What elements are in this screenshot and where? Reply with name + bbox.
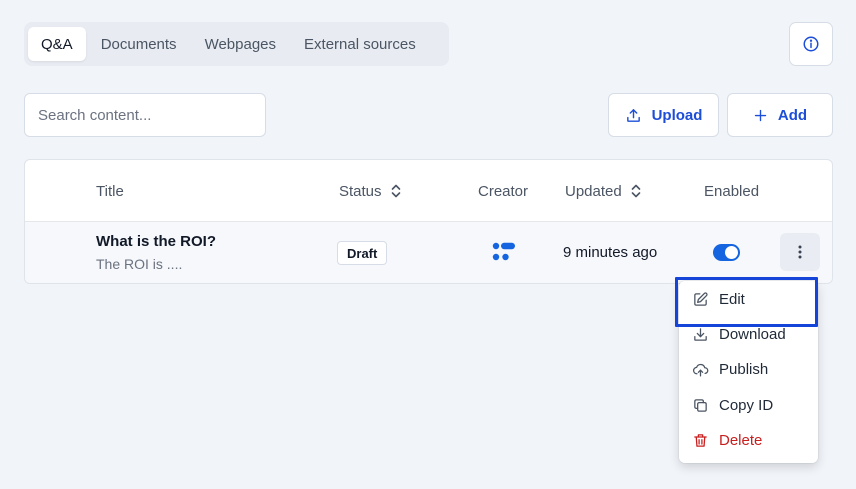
column-updated-label: Updated — [565, 182, 622, 200]
table-row[interactable]: What is the ROI? The ROI is .... Draft 9… — [25, 222, 832, 283]
content-tabs: Q&A Documents Webpages External sources — [24, 22, 449, 66]
column-status-label: Status — [339, 182, 382, 200]
download-icon — [692, 326, 709, 343]
more-vertical-icon — [798, 245, 802, 259]
sort-icon — [630, 183, 642, 199]
menu-item-download[interactable]: Download — [679, 317, 818, 352]
row-subtitle: The ROI is .... — [96, 256, 183, 272]
pencil-square-icon — [692, 291, 709, 308]
tab-qa[interactable]: Q&A — [28, 27, 86, 61]
menu-item-publish[interactable]: Publish — [679, 352, 818, 387]
row-actions-button[interactable] — [780, 233, 820, 271]
menu-item-delete[interactable]: Delete — [679, 423, 818, 458]
info-button[interactable] — [789, 22, 833, 66]
menu-item-label: Download — [719, 326, 786, 343]
column-creator-label: Creator — [478, 182, 529, 200]
content-table: Title Status Creator Updated Enabled Wha… — [24, 159, 833, 284]
column-header-enabled: Enabled — [704, 160, 759, 222]
column-title-label: Title — [96, 182, 124, 200]
add-button[interactable]: Add — [727, 93, 833, 137]
menu-item-label: Edit — [719, 291, 745, 308]
search-input[interactable] — [24, 93, 266, 137]
menu-item-label: Publish — [719, 361, 769, 378]
updated-time: 9 minutes ago — [563, 244, 658, 261]
row-title: What is the ROI? — [96, 233, 216, 250]
upload-icon — [625, 107, 642, 124]
column-header-status[interactable]: Status — [339, 160, 402, 222]
tab-documents[interactable]: Documents — [88, 27, 190, 61]
tab-webpages[interactable]: Webpages — [192, 27, 289, 61]
menu-item-copy-id[interactable]: Copy ID — [679, 388, 818, 423]
column-header-updated[interactable]: Updated — [565, 160, 642, 222]
menu-item-label: Copy ID — [719, 397, 774, 414]
column-header-title: Title — [96, 160, 124, 222]
plus-icon — [753, 108, 768, 123]
page: Q&A Documents Webpages External sources … — [0, 0, 856, 489]
column-header-creator: Creator — [478, 160, 528, 222]
tab-external-sources[interactable]: External sources — [291, 27, 429, 61]
menu-item-edit[interactable]: Edit — [679, 282, 818, 317]
add-label: Add — [777, 106, 808, 124]
column-enabled-label: Enabled — [704, 182, 760, 200]
sort-icon — [390, 183, 402, 199]
cloud-upload-icon — [692, 361, 709, 378]
menu-item-label: Delete — [719, 432, 763, 449]
trash-icon — [692, 432, 709, 449]
enabled-toggle[interactable] — [713, 244, 740, 261]
status-badge: Draft — [337, 241, 388, 265]
upload-label: Upload — [651, 106, 703, 124]
copy-icon — [692, 397, 709, 414]
row-actions-menu: Edit Download Publish Copy ID Delete — [679, 281, 818, 463]
creator-avatar-icon — [492, 241, 516, 263]
info-icon — [802, 35, 820, 53]
table-header: Title Status Creator Updated Enabled — [25, 160, 832, 222]
upload-button[interactable]: Upload — [608, 93, 719, 137]
